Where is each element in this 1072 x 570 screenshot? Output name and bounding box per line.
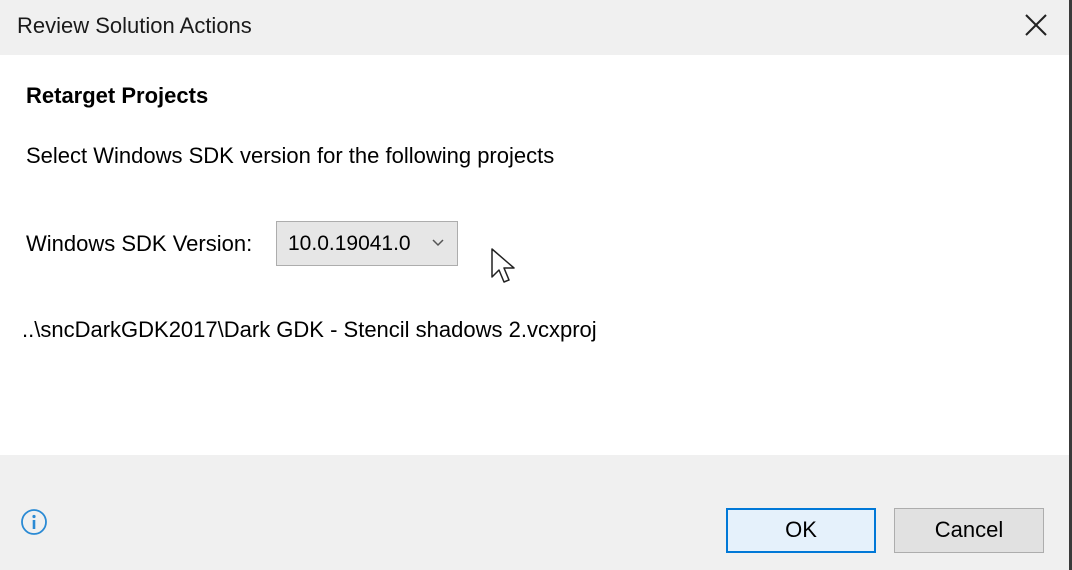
close-button[interactable] [1015,8,1055,44]
close-icon [1025,14,1047,36]
dialog-footer: OK Cancel [0,455,1069,570]
cancel-button[interactable]: Cancel [894,508,1044,553]
window-title: Review Solution Actions [17,13,252,38]
chevron-down-icon [432,239,444,247]
project-path: ..\sncDarkGDK2017\Dark GDK - Stencil sha… [22,317,597,342]
sdk-version-value: 10.0.19041.0 [288,232,411,255]
title-bar: Review Solution Actions [0,0,1069,55]
ok-button[interactable]: OK [726,508,876,553]
review-solution-actions-dialog: Review Solution Actions Retarget Project… [0,0,1072,570]
section-description: Select Windows SDK version for the follo… [26,143,555,168]
section-heading: Retarget Projects [26,83,209,108]
dialog-content: Retarget Projects Select Windows SDK ver… [0,55,1069,455]
info-icon[interactable] [20,508,48,536]
sdk-version-dropdown[interactable]: 10.0.19041.0 [276,221,458,266]
sdk-version-label: Windows SDK Version: [26,231,253,256]
mouse-cursor-icon [491,248,515,283]
